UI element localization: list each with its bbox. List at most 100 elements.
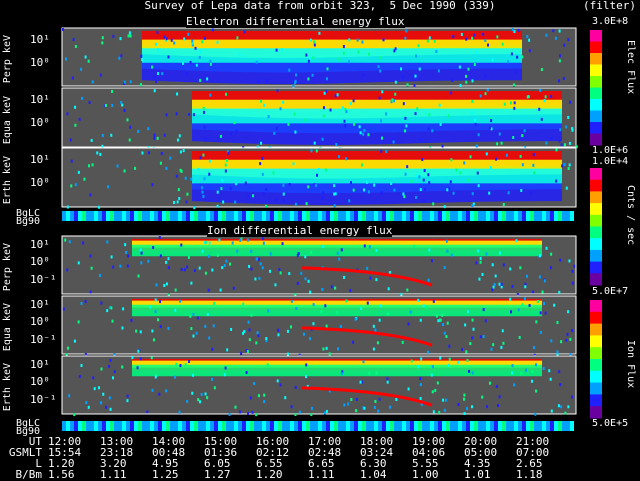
flux-speck — [380, 149, 383, 153]
bg-cell — [250, 421, 254, 431]
flux-speck — [292, 84, 295, 88]
flux-speck — [311, 73, 314, 77]
flux-speck — [151, 329, 154, 333]
flux-speck — [92, 376, 95, 380]
flux-speck — [99, 73, 102, 77]
flux-speck — [203, 36, 206, 40]
bg-cell — [262, 421, 266, 431]
flux-speck — [492, 343, 495, 347]
bg-cell — [254, 421, 258, 431]
flux-speck — [287, 122, 290, 126]
flux-speck — [157, 48, 160, 52]
flux-speck — [88, 164, 91, 168]
flux-speck — [539, 311, 542, 315]
flux-speck — [87, 405, 90, 409]
flux-speck — [153, 133, 156, 137]
flux-speck — [84, 300, 87, 304]
flux-speck — [179, 364, 182, 368]
flux-speck — [362, 132, 365, 136]
flux-speck — [104, 405, 107, 409]
flux-speck — [538, 275, 541, 279]
flux-speck — [62, 307, 65, 311]
flux-speck — [190, 177, 193, 181]
flux-speck — [304, 255, 307, 259]
flux-speck — [222, 200, 225, 204]
flux-speck — [484, 92, 487, 96]
flux-speck — [263, 103, 266, 107]
flux-speck — [372, 347, 375, 351]
bg-cell — [318, 211, 322, 221]
flux-speck — [448, 357, 451, 361]
flux-speck — [204, 137, 207, 141]
bg-cell — [106, 211, 110, 221]
flux-speck — [263, 393, 266, 397]
bg-cell — [226, 211, 230, 221]
flux-speck — [313, 141, 316, 145]
bg-cell — [370, 421, 374, 431]
flux-speck — [219, 288, 222, 292]
flux-speck — [380, 191, 383, 195]
flux-speck — [356, 38, 359, 42]
flux-speck — [404, 129, 407, 133]
flux-speck — [262, 241, 265, 245]
flux-speck — [163, 133, 166, 137]
flux-speck — [66, 268, 69, 272]
bg-cell — [342, 211, 346, 221]
flux-speck — [555, 148, 558, 152]
bg-cell — [150, 211, 154, 221]
flux-speck — [140, 261, 143, 265]
bg-cell — [178, 421, 182, 431]
panel-i-erth — [61, 355, 577, 417]
flux-speck — [184, 176, 187, 180]
flux-speck — [110, 306, 113, 310]
flux-speck — [87, 59, 90, 63]
flux-speck — [500, 285, 503, 289]
flux-speck — [543, 279, 546, 283]
flux-speck — [202, 106, 205, 110]
flux-speck — [484, 74, 487, 78]
bg-cell — [430, 421, 434, 431]
bg-cell — [402, 211, 406, 221]
flux-speck — [523, 129, 526, 133]
flux-speck — [427, 173, 430, 177]
flux-speck — [192, 113, 195, 117]
bg-cell — [174, 421, 178, 431]
flux-speck — [463, 397, 466, 401]
flux-speck — [374, 328, 377, 332]
flux-speck — [137, 274, 140, 278]
flux-speck — [503, 102, 506, 106]
flux-speck — [308, 57, 311, 61]
flux-speck — [458, 65, 461, 69]
flux-speck — [517, 28, 520, 32]
flux-speck — [83, 177, 86, 181]
bg-cell — [398, 211, 402, 221]
bg-cell — [138, 421, 142, 431]
flux-speck — [248, 328, 251, 332]
flux-speck — [246, 238, 249, 242]
flux-speck — [137, 129, 140, 133]
flux-speck — [542, 367, 545, 371]
bg-cell — [222, 421, 226, 431]
flux-speck — [213, 301, 216, 305]
flux-speck — [211, 347, 214, 351]
flux-speck — [509, 267, 512, 271]
flux-speck — [276, 89, 279, 93]
flux-speck — [514, 70, 517, 74]
bg-cell — [374, 211, 378, 221]
flux-speck — [567, 405, 570, 409]
flux-speck — [328, 352, 331, 356]
flux-speck — [322, 245, 325, 249]
bg-cell — [66, 421, 70, 431]
colorbar-step — [590, 238, 602, 251]
flux-speck — [62, 28, 64, 31]
flux-speck — [185, 200, 188, 204]
bg-cell — [378, 211, 382, 221]
bg-cell — [550, 211, 554, 221]
flux-speck — [471, 36, 474, 40]
flux-speck — [488, 191, 491, 195]
flux-speck — [151, 65, 154, 69]
flux-speck — [352, 99, 355, 103]
flux-speck — [124, 243, 127, 247]
flux-speck — [560, 143, 563, 147]
flux-speck — [488, 126, 491, 130]
